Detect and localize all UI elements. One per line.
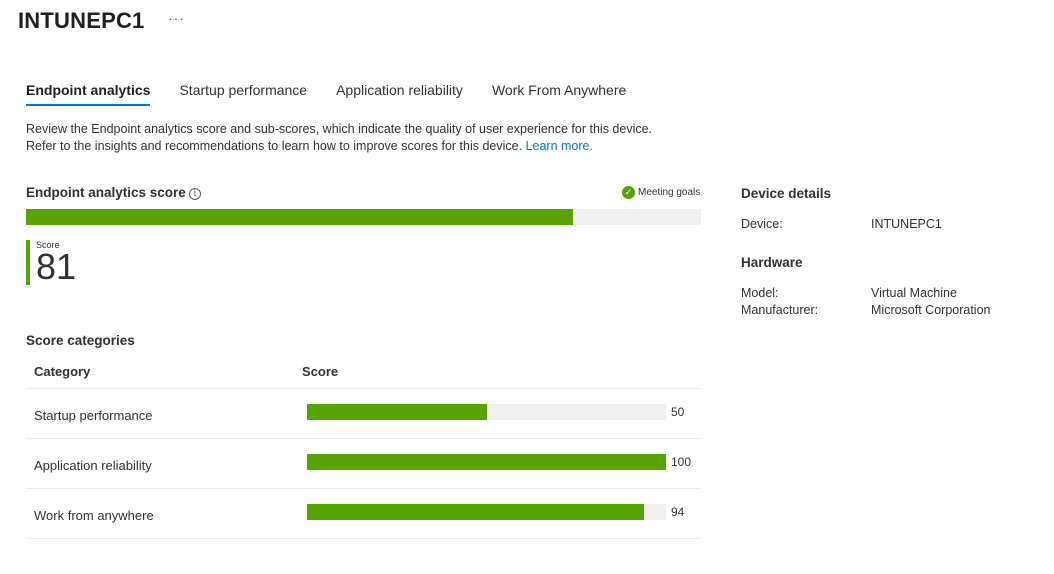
category-name: Work from anywhere bbox=[34, 507, 154, 523]
manufacturer-value: Microsoft Corporation bbox=[871, 303, 991, 317]
device-value: INTUNEPC1 bbox=[871, 217, 942, 231]
model-row: Model: Virtual Machine bbox=[741, 285, 957, 302]
score-progress-fill bbox=[26, 209, 573, 225]
category-score-bar bbox=[307, 503, 666, 520]
description-line-1: Review the Endpoint analytics score and … bbox=[26, 122, 653, 136]
category-name: Startup performance bbox=[34, 407, 153, 423]
manufacturer-label: Manufacturer: bbox=[741, 303, 819, 317]
status-badge: ✓ Meeting goals bbox=[622, 186, 700, 199]
tab-application-reliability[interactable]: Application reliability bbox=[336, 82, 463, 106]
status-text: Meeting goals bbox=[638, 187, 701, 198]
description-line-2: Refer to the insights and recommendation… bbox=[26, 139, 593, 153]
score-categories-table: Category Score Startup performance 50 Ap… bbox=[26, 355, 701, 539]
category-score-value: 50 bbox=[671, 404, 685, 419]
more-options-button[interactable]: ··· bbox=[168, 10, 185, 26]
table-row: Startup performance 50 bbox=[26, 389, 701, 439]
model-label: Model: bbox=[741, 286, 779, 300]
column-header-category[interactable]: Category bbox=[26, 364, 302, 379]
manufacturer-row: Manufacturer: Microsoft Corporation bbox=[741, 302, 991, 319]
category-score-fill bbox=[307, 503, 645, 520]
description: Review the Endpoint analytics score and … bbox=[26, 121, 726, 155]
tab-endpoint-analytics[interactable]: Endpoint analytics bbox=[26, 82, 151, 106]
score-card: Score 81 bbox=[26, 240, 76, 285]
score-progress-bar bbox=[26, 209, 701, 225]
category-score-fill bbox=[307, 453, 666, 470]
score-categories-heading: Score categories bbox=[26, 333, 135, 348]
info-icon[interactable]: i bbox=[188, 188, 201, 200]
score-heading: Endpoint analytics score i bbox=[26, 185, 201, 200]
tab-bar: Endpoint analytics Startup performance A… bbox=[26, 82, 655, 106]
category-score-bar bbox=[307, 403, 666, 420]
category-name: Application reliability bbox=[34, 457, 152, 473]
device-row: Device: INTUNEPC1 bbox=[741, 216, 942, 233]
learn-more-link[interactable]: Learn more. bbox=[526, 139, 593, 153]
model-value: Virtual Machine bbox=[871, 286, 957, 300]
category-score-bar bbox=[307, 453, 666, 470]
tab-startup-performance[interactable]: Startup performance bbox=[179, 82, 307, 106]
table-header: Category Score bbox=[26, 355, 701, 389]
category-score-value: 100 bbox=[671, 454, 692, 469]
page-title: INTUNEPC1 bbox=[18, 8, 145, 33]
column-header-score[interactable]: Score bbox=[302, 364, 338, 379]
score-value: 81 bbox=[36, 246, 77, 287]
table-row: Work from anywhere 94 bbox=[26, 489, 701, 539]
checkmark-icon: ✓ bbox=[622, 186, 635, 199]
category-score-fill bbox=[307, 403, 487, 420]
device-details-heading: Device details bbox=[741, 186, 832, 201]
device-label: Device: bbox=[741, 217, 783, 231]
table-row: Application reliability 100 bbox=[26, 439, 701, 489]
category-score-value: 94 bbox=[671, 504, 685, 519]
tab-work-from-anywhere[interactable]: Work From Anywhere bbox=[492, 82, 626, 106]
hardware-heading: Hardware bbox=[741, 255, 803, 270]
